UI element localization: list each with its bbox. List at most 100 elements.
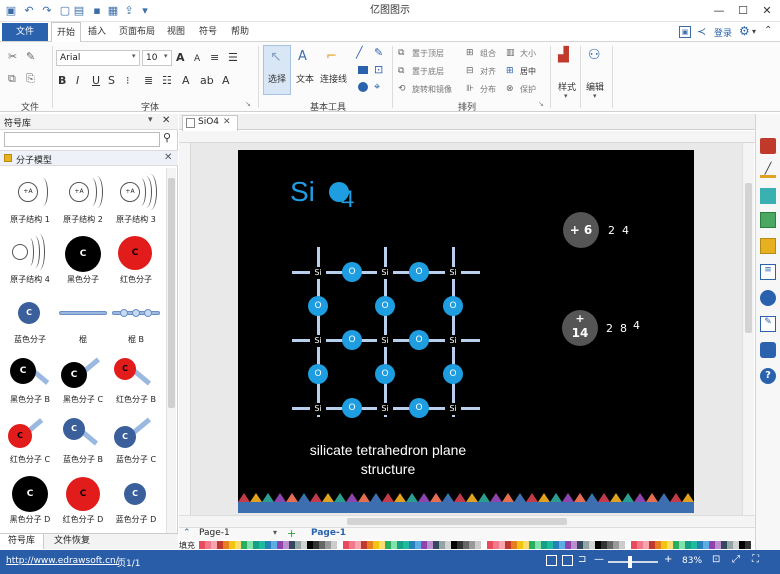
fit-page-icon[interactable]: ⊡ xyxy=(712,554,720,565)
settings-dropdown-icon[interactable]: ▾ xyxy=(752,27,756,36)
symbol-item[interactable]: C 红色分子 C xyxy=(4,416,56,476)
symbol-item[interactable]: C 红色分子 B xyxy=(110,356,162,416)
si-atom[interactable]: Si xyxy=(377,267,393,279)
find-binoculars-icon[interactable]: ⚇ xyxy=(588,48,601,62)
page-tab[interactable]: Page-1 xyxy=(311,528,346,538)
close-tab-icon[interactable]: ✕ xyxy=(223,117,231,127)
zoom-in-icon[interactable]: + xyxy=(664,554,672,565)
oxygen-atom[interactable]: O xyxy=(342,330,362,350)
note-icon[interactable]: ✎ xyxy=(760,316,776,332)
style-icon[interactable]: ▟ xyxy=(558,48,569,62)
text-tool-label[interactable]: 文本 xyxy=(296,72,314,85)
text-align-icon[interactable]: ≣ xyxy=(144,74,153,88)
rectangle-tool-icon[interactable] xyxy=(358,66,368,74)
view-grid-icon[interactable] xyxy=(562,555,573,566)
tab-symbol-library[interactable]: 符号库 xyxy=(0,534,44,549)
group-icon[interactable]: ⊞ xyxy=(466,46,474,60)
symbol-item[interactable]: C 黑色分子 D xyxy=(4,476,56,536)
bring-front-icon[interactable]: ⧉ xyxy=(398,46,404,60)
center-icon[interactable]: ⊞ xyxy=(506,64,514,78)
si-atom[interactable]: Si xyxy=(445,267,461,279)
underline-icon[interactable]: U xyxy=(92,74,100,88)
help-icon[interactable]: ? xyxy=(760,368,776,384)
library-scroll-thumb[interactable] xyxy=(168,178,175,408)
symbol-item[interactable]: +A 原子结构 1 xyxy=(4,176,56,236)
vertical-scrollbar[interactable] xyxy=(742,143,754,515)
highlight-icon[interactable]: ab xyxy=(200,74,214,88)
oxygen-atom[interactable]: O xyxy=(409,262,429,282)
oxygen-atom[interactable]: O xyxy=(375,364,395,384)
list-indent-icon[interactable]: ☰ xyxy=(228,51,238,65)
italic-icon[interactable]: I xyxy=(76,74,79,88)
tab-insert[interactable]: 插入 xyxy=(83,22,111,42)
size-label[interactable]: 大小 xyxy=(520,48,536,59)
category-close-icon[interactable]: ✕ xyxy=(164,152,172,163)
oxygen-atom[interactable]: O xyxy=(443,296,463,316)
share-icon[interactable]: ≺ xyxy=(697,25,706,38)
library-scrollbar[interactable] xyxy=(166,168,176,533)
si-atom[interactable]: Si xyxy=(310,403,326,415)
symbol-item[interactable]: C 蓝色分子 D xyxy=(110,476,162,536)
ellipse-tool-icon[interactable] xyxy=(358,82,368,92)
shrink-font-icon[interactable]: A xyxy=(194,52,200,66)
center-label[interactable]: 居中 xyxy=(520,66,536,77)
font-size-dropdown-icon[interactable]: ▾ xyxy=(164,52,168,60)
rotate-label[interactable]: 旋转和镜像 xyxy=(412,84,452,95)
page-select[interactable]: Page-1 xyxy=(199,528,230,538)
oxygen-atom[interactable]: O xyxy=(308,364,328,384)
tab-symbols[interactable]: 符号 xyxy=(194,22,222,42)
file-menu-button[interactable]: 文件 xyxy=(2,23,48,41)
align-icon[interactable]: ⊟ xyxy=(466,64,474,78)
close-icon[interactable]: ✕ xyxy=(756,2,778,20)
carbon-shell-numbers[interactable]: 2 4 xyxy=(608,224,629,237)
si-atom[interactable]: Si xyxy=(377,403,393,415)
symbol-item[interactable]: C 红色分子 xyxy=(110,236,162,296)
tab-view[interactable]: 视图 xyxy=(162,22,190,42)
si-atom[interactable]: Si xyxy=(310,267,326,279)
format-painter-icon[interactable]: ✎ xyxy=(26,50,35,64)
symbol-item[interactable]: +A 原子结构 3 xyxy=(110,174,162,236)
paste-icon[interactable]: ⎘ xyxy=(26,72,35,86)
carbon-nucleus-badge[interactable]: + 6 xyxy=(563,212,599,248)
login-button[interactable]: 登录 xyxy=(714,26,732,39)
maximize-icon[interactable]: ☐ xyxy=(732,2,754,20)
oxygen-atom[interactable]: O xyxy=(342,262,362,282)
page-properties-icon[interactable]: ≡ xyxy=(760,264,776,280)
connection-point-icon[interactable]: ⌖ xyxy=(374,80,380,94)
feedback-icon[interactable]: ▣ xyxy=(679,26,691,38)
distribute-label[interactable]: 分布 xyxy=(480,84,496,95)
numbering-icon[interactable]: ☷ xyxy=(162,74,172,88)
symbol-item[interactable]: C 黑色分子 B xyxy=(4,356,56,416)
page-dropdown-icon[interactable]: ▾ xyxy=(273,528,277,537)
si-atom[interactable]: Si xyxy=(377,335,393,347)
comment-icon[interactable] xyxy=(760,342,776,358)
silicon-shell-numbers[interactable]: 2 8 xyxy=(606,322,627,335)
slide-title-si[interactable]: Si xyxy=(290,176,315,208)
cut-icon[interactable]: ✂ xyxy=(8,50,17,64)
tab-page-layout[interactable]: 页面布局 xyxy=(114,22,160,42)
fill-style-icon[interactable] xyxy=(760,138,776,154)
oxygen-atom[interactable]: O xyxy=(308,296,328,316)
distribute-icon[interactable]: ⊪ xyxy=(466,82,474,96)
layer-icon[interactable] xyxy=(760,238,776,254)
crop-tool-icon[interactable]: ⊡ xyxy=(374,63,383,77)
grow-font-icon[interactable]: A xyxy=(176,51,185,65)
image-icon[interactable] xyxy=(760,212,776,228)
copy-icon[interactable]: ⧉ xyxy=(8,72,16,86)
symbol-item[interactable]: C 黑色分子 C xyxy=(57,356,109,416)
line-tool-icon[interactable]: ╱ xyxy=(356,46,363,60)
vertical-scroll-thumb[interactable] xyxy=(745,183,752,333)
shadow-icon[interactable] xyxy=(760,188,776,204)
slide-title-subscript[interactable]: 4 xyxy=(341,186,354,214)
add-page-icon[interactable]: + xyxy=(287,527,296,540)
si-atom[interactable]: Si xyxy=(310,335,326,347)
horizontal-scrollbar[interactable] xyxy=(179,515,755,527)
slide-caption-line2[interactable]: structure xyxy=(268,461,508,477)
silicon-outer-shell-number[interactable]: 4 xyxy=(633,319,640,332)
document-tab[interactable]: SiO4 ✕ xyxy=(182,115,238,131)
bullets-icon[interactable]: ⁝ xyxy=(126,74,130,88)
arrange-dialog-launcher-icon[interactable]: ↘ xyxy=(538,100,544,108)
bold-icon[interactable]: B xyxy=(58,74,66,88)
rotate-icon[interactable]: ⟲ xyxy=(398,82,406,96)
font-name-select[interactable]: Arial xyxy=(56,50,140,66)
